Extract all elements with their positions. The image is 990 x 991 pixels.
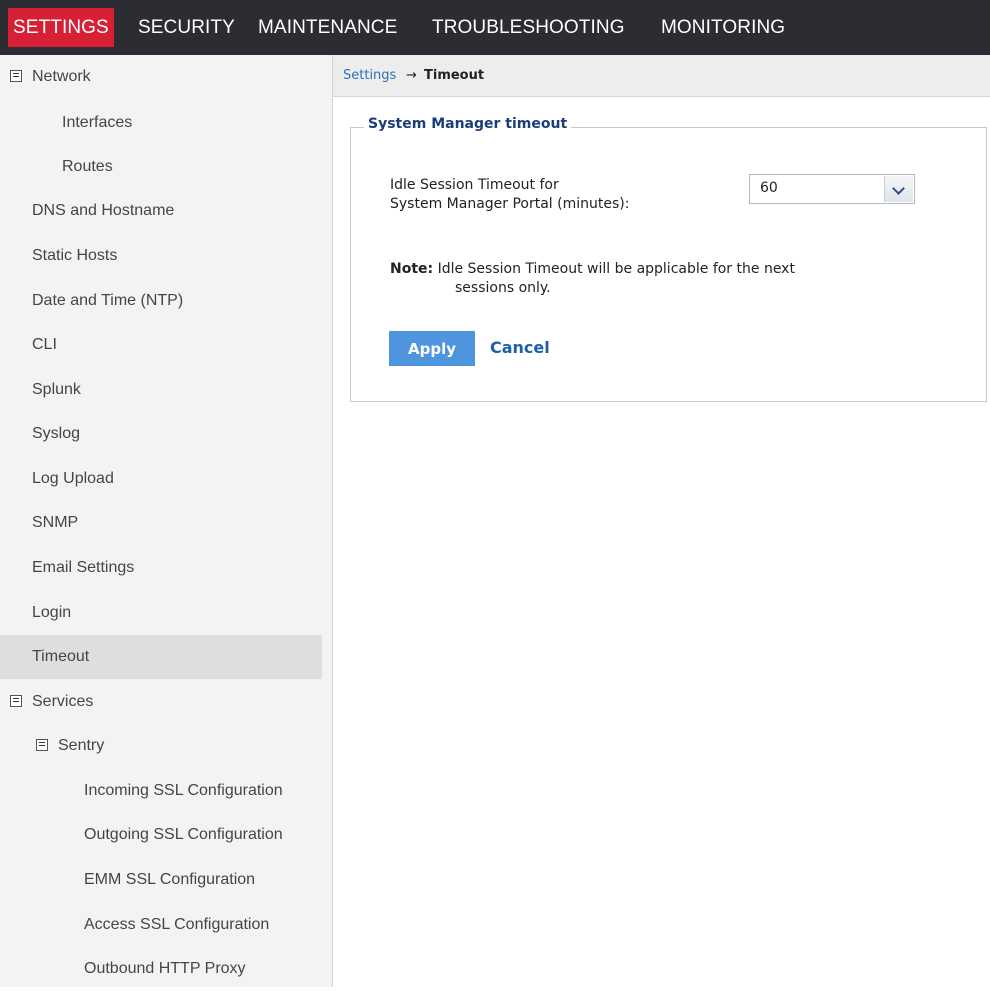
sidebar-item-interfaces[interactable]: Interfaces	[0, 101, 322, 145]
sidebar-item-network[interactable]: Network	[0, 55, 322, 99]
sidebar-item-label: Email Settings	[32, 559, 135, 576]
tab-monitoring[interactable]: MONITORING	[656, 8, 790, 47]
sidebar-item-label: Routes	[62, 158, 113, 175]
tab-settings[interactable]: SETTINGS	[8, 8, 114, 47]
sidebar-item-label: Access SSL Configuration	[84, 916, 270, 933]
chevron-down-icon	[892, 182, 905, 195]
breadcrumb-arrow-icon: →	[406, 68, 417, 83]
sidebar-item-label: Syslog	[32, 425, 81, 442]
sidebar-item-incoming-ssl[interactable]: Incoming SSL Configuration	[0, 769, 322, 813]
sidebar-item-login[interactable]: Login	[0, 591, 322, 635]
dropdown-button[interactable]	[884, 176, 913, 202]
sidebar-item-label: Splunk	[32, 381, 81, 398]
sidebar-item-dns-and-hostname[interactable]: DNS and Hostname	[0, 189, 322, 233]
sidebar-item-label: Outgoing SSL Configuration	[84, 826, 283, 843]
note-body: Idle Session Timeout will be applicable …	[433, 261, 795, 277]
sidebar-item-outgoing-ssl[interactable]: Outgoing SSL Configuration	[0, 813, 322, 857]
sidebar-item-timeout[interactable]: Timeout	[0, 635, 322, 679]
sidebar-item-snmp[interactable]: SNMP	[0, 501, 322, 545]
sidebar-item-label: Date and Time (NTP)	[32, 292, 184, 309]
sidebar-item-label: Login	[32, 604, 72, 621]
collapse-icon[interactable]	[10, 695, 22, 707]
sidebar-item-label: DNS and Hostname	[32, 202, 175, 219]
sidebar-item-routes[interactable]: Routes	[0, 145, 322, 189]
sidebar-item-label: Timeout	[32, 648, 90, 665]
sidebar-item-access-ssl[interactable]: Access SSL Configuration	[0, 903, 322, 947]
sidebar: Network Interfaces Routes DNS and Hostna…	[0, 55, 333, 987]
tab-maintenance[interactable]: MAINTENANCE	[253, 8, 402, 47]
sidebar-item-label: Log Upload	[32, 470, 114, 487]
sidebar-item-email-settings[interactable]: Email Settings	[0, 546, 322, 590]
sidebar-item-label: Network	[32, 68, 91, 85]
sidebar-item-label: Sentry	[58, 737, 105, 754]
sidebar-item-emm-ssl[interactable]: EMM SSL Configuration	[0, 858, 322, 902]
sidebar-item-syslog[interactable]: Syslog	[0, 412, 322, 456]
idle-timeout-select[interactable]: 60	[749, 174, 915, 204]
top-navigation: SETTINGS SECURITY MAINTENANCE TROUBLESHO…	[0, 0, 990, 55]
note-prefix: Note:	[390, 261, 434, 277]
sidebar-item-label: EMM SSL Configuration	[84, 871, 256, 888]
sidebar-item-label: Interfaces	[62, 114, 133, 131]
breadcrumb-current: Timeout	[424, 68, 485, 83]
idle-timeout-label: Idle Session Timeout for System Manager …	[390, 176, 629, 214]
sidebar-item-cli[interactable]: CLI	[0, 323, 322, 367]
idle-timeout-label-line2: System Manager Portal (minutes):	[390, 196, 630, 212]
idle-timeout-value: 60	[760, 180, 778, 196]
sidebar-item-label: Incoming SSL Configuration	[84, 782, 283, 799]
sidebar-item-log-upload[interactable]: Log Upload	[0, 457, 322, 501]
sidebar-item-label: SNMP	[32, 514, 79, 531]
note-text: Note: Idle Session Timeout will be appli…	[390, 260, 795, 279]
breadcrumb-settings-link[interactable]: Settings	[343, 55, 396, 96]
apply-button[interactable]: Apply	[389, 331, 475, 366]
collapse-icon[interactable]	[10, 70, 22, 82]
sidebar-item-splunk[interactable]: Splunk	[0, 368, 322, 412]
sidebar-item-label: Services	[32, 693, 94, 710]
sidebar-item-static-hosts[interactable]: Static Hosts	[0, 234, 322, 278]
collapse-icon[interactable]	[36, 739, 48, 751]
sidebar-item-sentry[interactable]: Sentry	[0, 724, 322, 768]
cancel-link[interactable]: Cancel	[490, 338, 550, 357]
breadcrumb: Settings → Timeout	[333, 55, 990, 97]
tab-troubleshooting[interactable]: TROUBLESHOOTING	[427, 8, 630, 47]
tab-security[interactable]: SECURITY	[133, 8, 240, 47]
sidebar-item-label: Static Hosts	[32, 247, 118, 264]
idle-timeout-label-line1: Idle Session Timeout for	[390, 177, 559, 193]
sidebar-item-date-and-time[interactable]: Date and Time (NTP)	[0, 279, 322, 323]
sidebar-item-outbound-http-proxy[interactable]: Outbound HTTP Proxy	[0, 947, 322, 991]
note-continuation: sessions only.	[455, 280, 551, 296]
sidebar-item-label: CLI	[32, 336, 57, 353]
sidebar-item-services[interactable]: Services	[0, 680, 322, 724]
sidebar-item-label: Outbound HTTP Proxy	[84, 960, 246, 977]
fieldset-legend: System Manager timeout	[364, 116, 572, 132]
